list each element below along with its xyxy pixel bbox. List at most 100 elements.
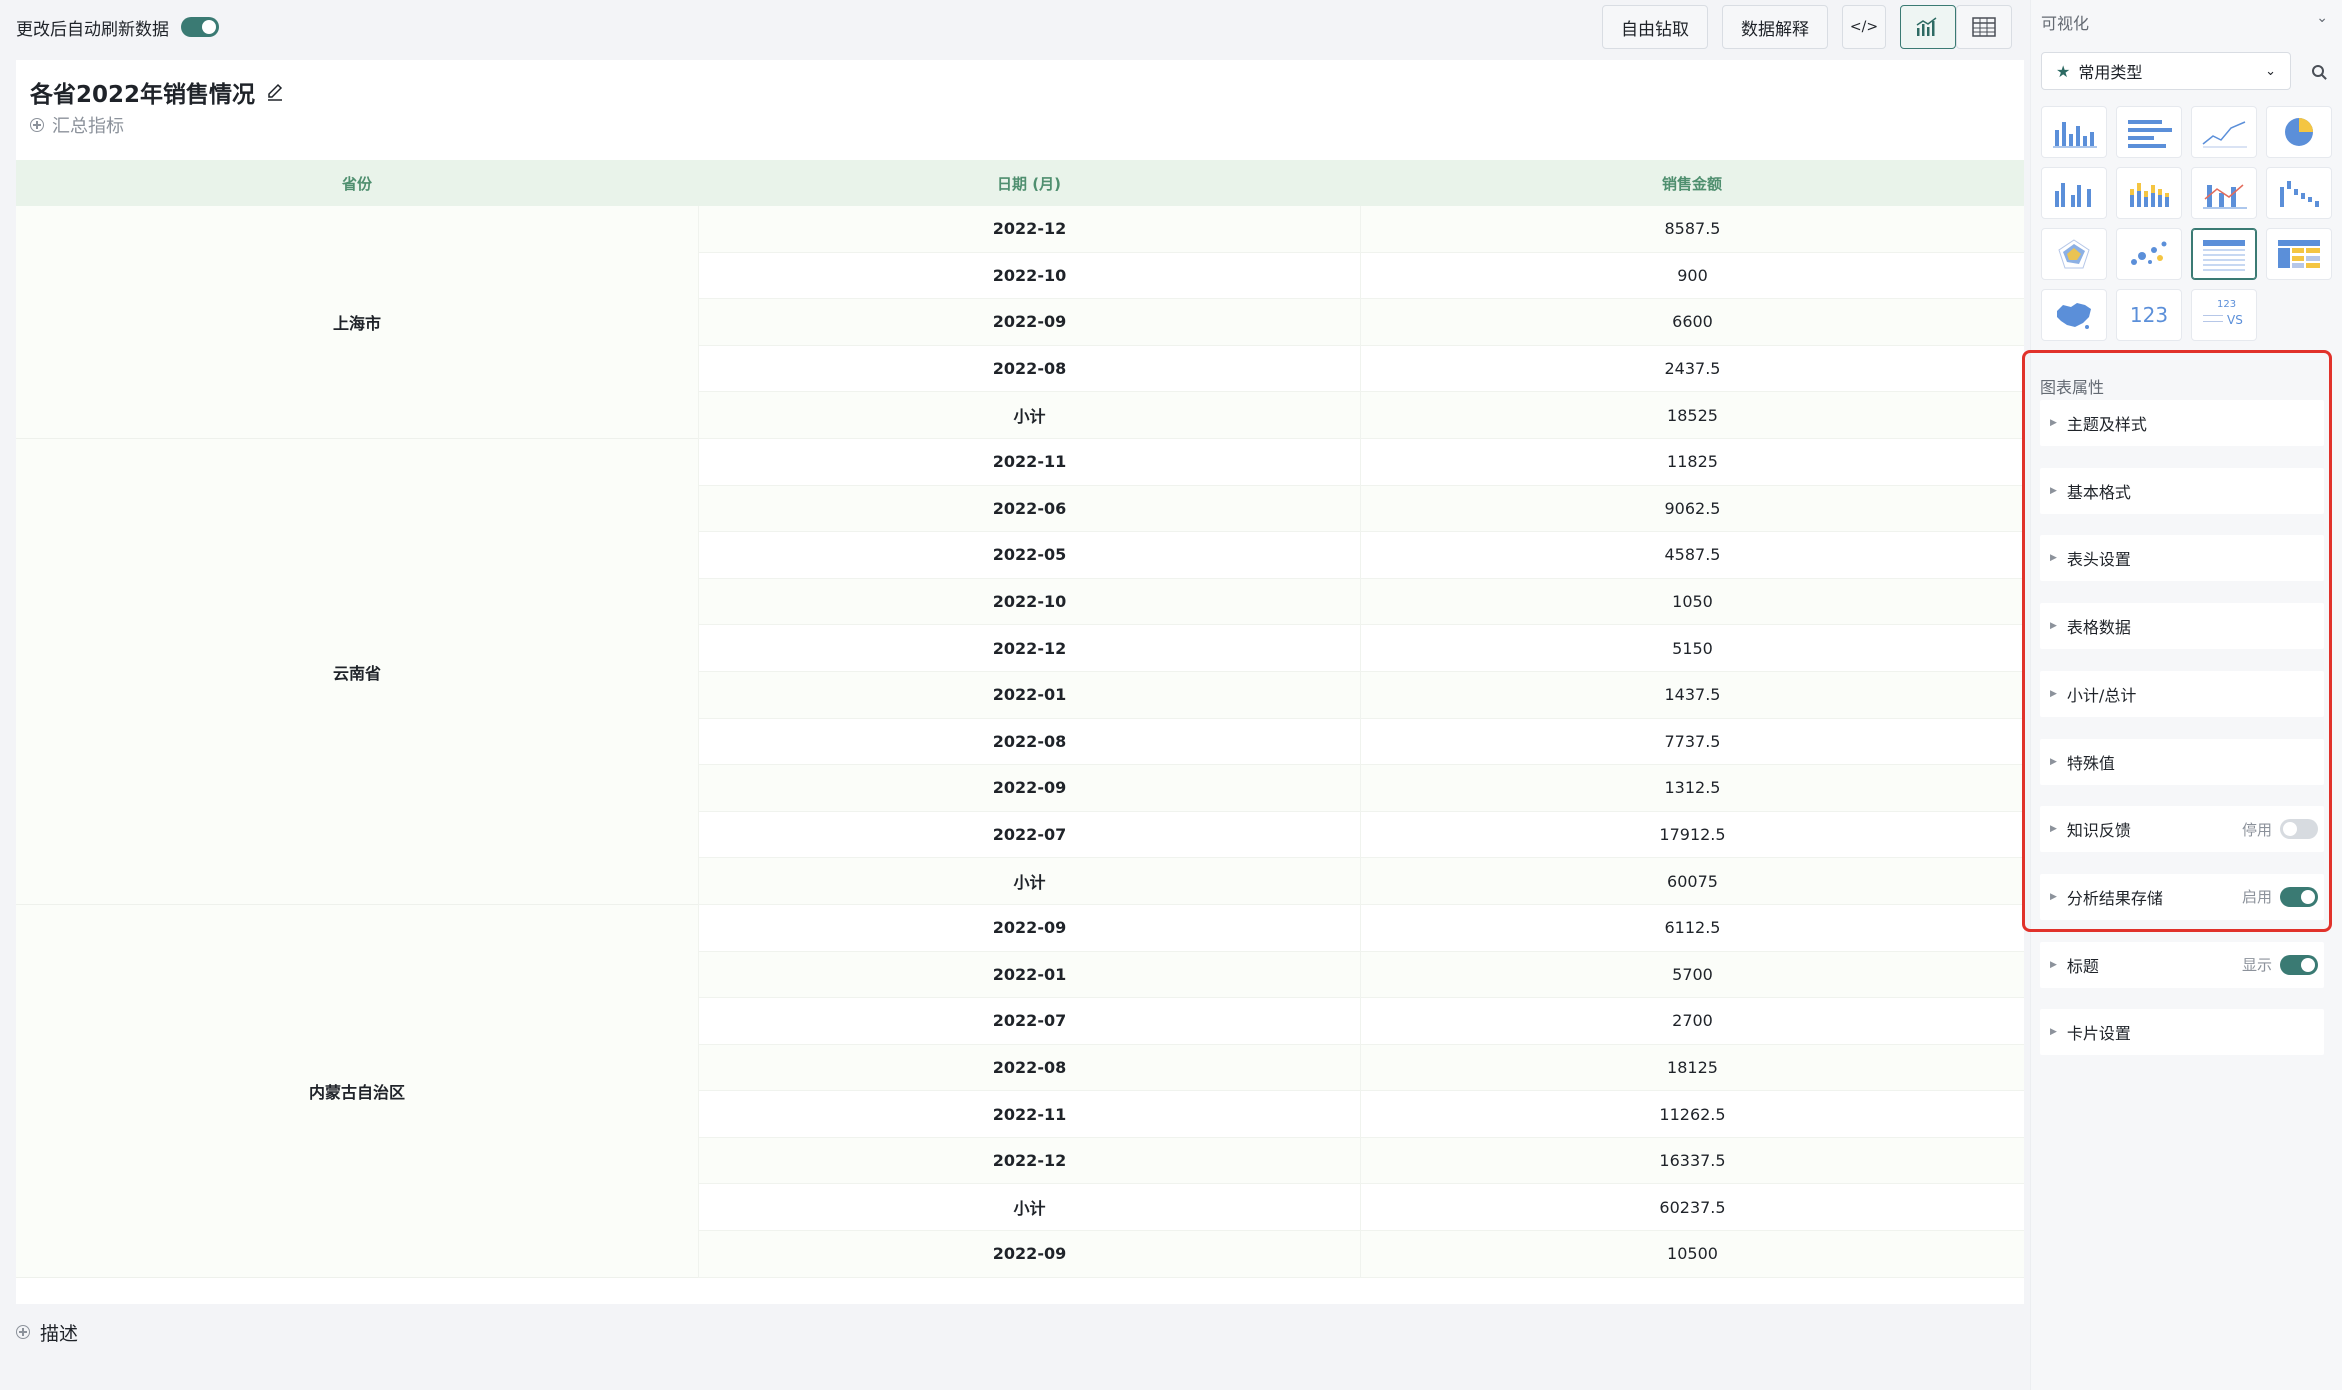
amount-cell[interactable]: 6600 — [1360, 299, 2024, 345]
amount-cell[interactable]: 8587.5 — [1360, 206, 2024, 252]
pivot-table-tile[interactable] — [2266, 228, 2332, 280]
data-explain-button[interactable]: 数据解释 — [1722, 5, 1828, 49]
property-toggle[interactable] — [2280, 819, 2318, 840]
amount-cell[interactable]: 4587.5 — [1360, 532, 2024, 578]
free-drill-button[interactable]: 自由钻取 — [1602, 5, 1708, 49]
amount-cell[interactable]: 5700 — [1360, 951, 2024, 998]
amount-cell[interactable]: 16337.5 — [1360, 1137, 2024, 1184]
date-cell[interactable]: 小计 — [698, 858, 1360, 904]
property-row[interactable]: ▶ 分析结果存储 启用 — [2040, 873, 2324, 920]
amount-cell[interactable]: 7737.5 — [1360, 718, 2024, 765]
date-cell[interactable]: 2022-08 — [698, 718, 1360, 765]
amount-cell[interactable]: 5150 — [1360, 625, 2024, 671]
radar-chart-tile[interactable] — [2041, 228, 2107, 280]
date-cell[interactable]: 小计 — [698, 392, 1360, 438]
date-cell[interactable]: 2022-09 — [698, 299, 1360, 345]
province-cell[interactable]: 内蒙古自治区 — [16, 905, 698, 1278]
date-cell[interactable]: 2022-09 — [698, 904, 1360, 951]
property-toggle[interactable] — [2280, 954, 2318, 975]
amount-cell[interactable]: 9062.5 — [1360, 485, 2024, 532]
line-chart-tile[interactable] — [2191, 106, 2257, 158]
property-row[interactable]: ▶ 表格数据 — [2040, 603, 2324, 650]
date-cell[interactable]: 2022-09 — [698, 1231, 1360, 1277]
chart-view-button[interactable] — [1900, 5, 1956, 49]
amount-cell[interactable]: 1437.5 — [1360, 671, 2024, 718]
stacked-bar-tile[interactable] — [2116, 167, 2182, 219]
amount-cell[interactable]: 1312.5 — [1360, 765, 2024, 811]
date-cell[interactable]: 2022-12 — [698, 1137, 1360, 1184]
kpi-number-tile[interactable]: 123 — [2116, 289, 2182, 341]
summary-metric-add[interactable]: 汇总指标 — [30, 112, 124, 138]
scatter-chart-tile[interactable] — [2116, 228, 2182, 280]
column-header-amount[interactable]: 销售金额 — [1360, 160, 2024, 206]
amount-cell[interactable]: 17912.5 — [1360, 811, 2024, 858]
date-cell[interactable]: 2022-09 — [698, 765, 1360, 811]
property-row[interactable]: ▶ 特殊值 — [2040, 738, 2324, 785]
province-cell[interactable]: 云南省 — [16, 439, 698, 905]
amount-cell[interactable]: 1050 — [1360, 578, 2024, 625]
date-cell[interactable]: 2022-01 — [698, 951, 1360, 998]
province-cell[interactable]: 上海市 — [16, 206, 698, 439]
search-button[interactable] — [2303, 56, 2333, 86]
stacked-bar-icon — [2130, 183, 2169, 207]
date-cell[interactable]: 2022-08 — [698, 1044, 1360, 1091]
edit-pencil-icon[interactable] — [265, 82, 285, 102]
property-row[interactable]: ▶ 小计/总计 — [2040, 670, 2324, 717]
column-header-date[interactable]: 日期 (月) — [698, 160, 1360, 206]
caret-right-icon: ▶ — [2050, 891, 2057, 902]
property-row[interactable]: ▶ 标题 显示 — [2040, 941, 2324, 988]
column-header-province[interactable]: 省份 — [16, 160, 698, 206]
combo-chart-tile[interactable] — [2191, 167, 2257, 219]
caret-right-icon: ▶ — [2050, 688, 2057, 699]
amount-cell[interactable]: 6112.5 — [1360, 904, 2024, 951]
date-cell[interactable]: 2022-06 — [698, 485, 1360, 532]
description-add[interactable]: 描述 — [16, 1318, 78, 1346]
pie-chart-tile[interactable] — [2266, 106, 2332, 158]
chart-type-select[interactable]: ★ 常用类型 ⌄ — [2041, 52, 2291, 90]
amount-cell[interactable]: 60075 — [1360, 858, 2024, 904]
waterfall-chart-tile[interactable] — [2266, 167, 2332, 219]
auto-refresh-toggle[interactable] — [181, 17, 219, 37]
amount-cell[interactable]: 18125 — [1360, 1044, 2024, 1091]
amount-cell[interactable]: 2700 — [1360, 998, 2024, 1044]
amount-cell[interactable]: 900 — [1360, 252, 2024, 299]
property-row[interactable]: ▶ 知识反馈 停用 — [2040, 806, 2324, 853]
bar-chart-tile[interactable] — [2041, 106, 2107, 158]
summary-metric-label: 汇总指标 — [52, 116, 124, 137]
property-row[interactable]: ▶ 表头设置 — [2040, 535, 2324, 582]
property-toggle[interactable] — [2280, 886, 2318, 907]
date-cell[interactable]: 2022-01 — [698, 671, 1360, 718]
date-cell[interactable]: 2022-11 — [698, 438, 1360, 485]
date-cell[interactable]: 2022-11 — [698, 1091, 1360, 1137]
date-cell[interactable]: 2022-10 — [698, 578, 1360, 625]
date-cell[interactable]: 2022-12 — [698, 625, 1360, 671]
amount-cell[interactable]: 10500 — [1360, 1231, 2024, 1277]
property-row[interactable]: ▶ 基本格式 — [2040, 467, 2324, 514]
caret-right-icon: ▶ — [2050, 756, 2057, 767]
date-cell[interactable]: 小计 — [698, 1184, 1360, 1231]
waterfall-chart-icon — [2280, 181, 2319, 207]
map-chart-tile[interactable] — [2041, 289, 2107, 341]
date-cell[interactable]: 2022-05 — [698, 532, 1360, 578]
property-row[interactable]: ▶ 卡片设置 — [2040, 1009, 2324, 1056]
table-view-button[interactable] — [1956, 5, 2012, 49]
date-cell[interactable]: 2022-08 — [698, 345, 1360, 392]
comparison-vs-tile[interactable]: 123 VS — [2191, 289, 2257, 341]
amount-cell[interactable]: 11262.5 — [1360, 1091, 2024, 1137]
amount-cell[interactable]: 18525 — [1360, 392, 2024, 438]
chevron-down-icon[interactable]: ⌄ — [2316, 10, 2328, 26]
date-cell[interactable]: 2022-10 — [698, 252, 1360, 299]
code-view-button[interactable]: </> — [1842, 5, 1886, 49]
amount-cell[interactable]: 60237.5 — [1360, 1184, 2024, 1231]
china-map-icon — [2057, 303, 2091, 329]
amount-cell[interactable]: 11825 — [1360, 438, 2024, 485]
property-row[interactable]: ▶ 主题及样式 — [2040, 400, 2324, 446]
amount-cell[interactable]: 2437.5 — [1360, 345, 2024, 392]
table-chart-tile[interactable] — [2191, 228, 2257, 280]
grouped-bar-tile[interactable] — [2041, 167, 2107, 219]
date-cell[interactable]: 2022-12 — [698, 206, 1360, 252]
property-label: 表格数据 — [2066, 618, 2131, 638]
horizontal-bar-tile[interactable] — [2116, 106, 2182, 158]
date-cell[interactable]: 2022-07 — [698, 998, 1360, 1044]
date-cell[interactable]: 2022-07 — [698, 811, 1360, 858]
